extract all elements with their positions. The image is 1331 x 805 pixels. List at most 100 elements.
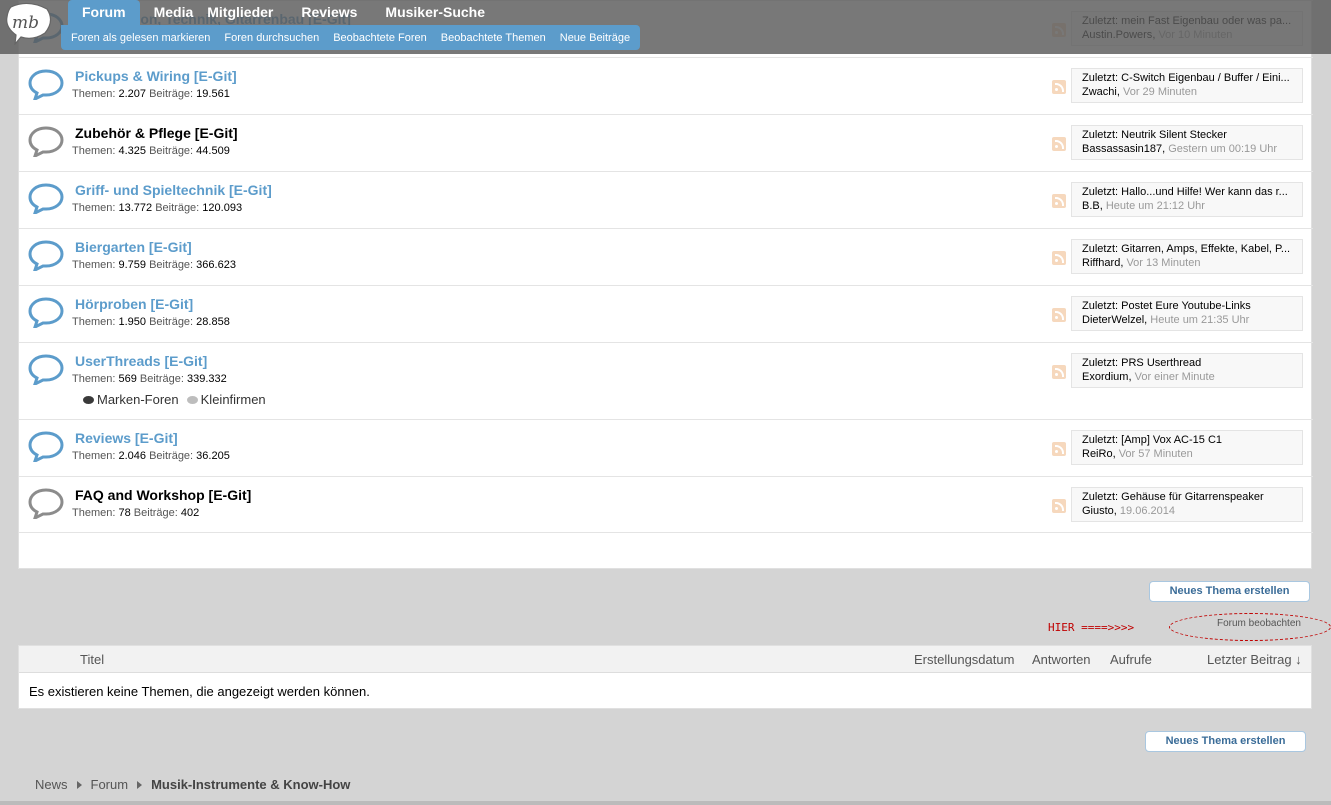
forum-subnav: Foren als gelesen markieren Foren durchs… [61, 25, 641, 50]
last-post-thread[interactable]: Gitarren, Amps, Effekte, Kabel, P... [1121, 243, 1290, 255]
forum-stats: Themen: 1.950 Beiträge: 28.858 [72, 316, 230, 328]
last-post-time: Heute um 21:12 Uhr [1105, 200, 1205, 212]
new-thread-button-bottom[interactable]: Neues Thema erstellen [1145, 731, 1306, 752]
threads-label: Themen: [72, 259, 116, 271]
column-last-post[interactable]: Letzter Beitrag ↓ [1207, 652, 1302, 667]
last-post-title[interactable]: Zuletzt: PRS Userthread [1082, 357, 1300, 369]
new-thread-button-top[interactable]: Neues Thema erstellen [1149, 581, 1310, 602]
last-post-title[interactable]: Zuletzt: C-Switch Eigenbau / Buffer / Ei… [1082, 72, 1300, 84]
forum-title[interactable]: UserThreads [E-Git] [75, 353, 207, 369]
threads-label: Themen: [72, 507, 116, 519]
last-post-meta: DieterWelzel, Heute um 21:35 Uhr [1082, 314, 1250, 326]
last-post-user[interactable]: Zwachi [1082, 86, 1117, 98]
last-post-box: Zuletzt: Neutrik Silent Stecker Bassassas… [1071, 125, 1303, 160]
rss-feed-icon[interactable] [1052, 251, 1066, 265]
subforum-link[interactable]: Marken-Foren [83, 392, 179, 407]
posts-label: Beiträge: [149, 145, 194, 157]
subforum-link[interactable]: Kleinfirmen [186, 392, 266, 407]
last-post-title[interactable]: Zuletzt: Gitarren, Amps, Effekte, Kabel,… [1082, 243, 1300, 255]
forum-title[interactable]: Biergarten [E-Git] [75, 239, 192, 255]
last-post-title[interactable]: Zuletzt: Postet Eure Youtube-Links [1082, 300, 1300, 312]
subnav-watched-threads[interactable]: Beobachtete Themen [434, 32, 553, 44]
last-post-meta: Giusto, 19.06.2014 [1082, 505, 1175, 517]
rss-feed-icon[interactable] [1052, 442, 1066, 456]
threads-count: 9.759 [118, 259, 147, 271]
forum-title[interactable]: FAQ and Workshop [E-Git] [75, 487, 251, 503]
forum-title[interactable]: Griff- und Spieltechnik [E-Git] [75, 182, 272, 198]
breadcrumb-forum[interactable]: Forum [91, 777, 129, 792]
forum-read-icon [28, 487, 64, 521]
forum-title[interactable]: Pickups & Wiring [E-Git] [75, 68, 237, 84]
subforum-list: Marken-Foren Kleinfirmen [83, 392, 266, 407]
forum-unread-icon [28, 182, 64, 216]
subforum-bubble-icon [186, 395, 198, 404]
last-post-thread[interactable]: Hallo...und Hilfe! Wer kann das r... [1121, 186, 1288, 198]
rss-feed-icon[interactable] [1052, 499, 1066, 513]
rss-feed-icon[interactable] [1052, 194, 1066, 208]
posts-count: 19.561 [196, 88, 230, 100]
forum-title[interactable]: Reviews [E-Git] [75, 430, 178, 446]
breadcrumb-current[interactable]: Musik-Instrumente & Know-How [151, 777, 350, 792]
forum-stats: Themen: 9.759 Beiträge: 366.623 [72, 259, 236, 271]
subnav-watched-forums[interactable]: Beobachtete Foren [326, 32, 434, 44]
last-post-thread[interactable]: PRS Userthread [1121, 357, 1201, 369]
last-post-meta: B.B, Heute um 21:12 Uhr [1082, 200, 1205, 212]
last-post-box: Zuletzt: Gitarren, Amps, Effekte, Kabel,… [1071, 239, 1303, 274]
nav-tab-media[interactable]: Media [140, 0, 208, 26]
rss-feed-icon[interactable] [1052, 365, 1066, 379]
breadcrumb-news[interactable]: News [35, 777, 68, 792]
forum-stats: Themen: 78 Beiträge: 402 [72, 507, 199, 519]
last-post-user[interactable]: ReiRo [1082, 448, 1113, 460]
threads-count: 4.325 [118, 145, 147, 157]
posts-label: Beiträge: [149, 450, 194, 462]
column-created[interactable]: Erstellungsdatum [914, 652, 1014, 667]
last-post-meta: ReiRo, Vor 57 Minuten [1082, 448, 1193, 460]
last-post-user[interactable]: Riffhard [1082, 257, 1120, 269]
threads-count: 78 [118, 507, 131, 519]
last-post-user[interactable]: B.B [1082, 200, 1100, 212]
forum-title[interactable]: Zubehör & Pflege [E-Git] [75, 125, 238, 141]
subnav-mark-read[interactable]: Foren als gelesen markieren [64, 32, 217, 44]
last-post-time: Vor 57 Minuten [1118, 448, 1193, 460]
empty-threads-message: Es existieren keine Themen, die angezeig… [29, 684, 370, 699]
last-post-user[interactable]: Giusto [1082, 505, 1114, 517]
last-post-thread[interactable]: [Amp] Vox AC-15 C1 [1121, 434, 1222, 446]
posts-label: Beiträge: [149, 316, 194, 328]
subnav-search-forums[interactable]: Foren durchsuchen [217, 32, 326, 44]
column-replies[interactable]: Antworten [1032, 652, 1091, 667]
last-post-thread[interactable]: C-Switch Eigenbau / Buffer / Eini... [1121, 72, 1290, 84]
last-post-title[interactable]: Zuletzt: [Amp] Vox AC-15 C1 [1082, 434, 1300, 446]
subnav-new-posts[interactable]: Neue Beiträge [553, 32, 637, 44]
rss-feed-icon[interactable] [1052, 137, 1066, 151]
last-prefix: Zuletzt: [1082, 243, 1119, 255]
last-post-box: Zuletzt: Gehäuse für Gitarrenspeaker Gius… [1071, 487, 1303, 522]
last-post-thread[interactable]: Gehäuse für Gitarrenspeaker [1121, 491, 1263, 503]
rss-feed-icon[interactable] [1052, 308, 1066, 322]
last-post-meta: Riffhard, Vor 13 Minuten [1082, 257, 1201, 269]
nav-tab-musiker-suche[interactable]: Musiker-Suche [371, 0, 499, 26]
watch-forum-link[interactable]: Forum beobachten [1217, 618, 1301, 629]
column-title[interactable]: Titel [80, 652, 104, 667]
last-post-time: 19.06.2014 [1119, 505, 1175, 517]
nav-tab-forum[interactable]: Forum [68, 0, 140, 26]
last-prefix: Zuletzt: [1082, 434, 1119, 446]
rss-feed-icon[interactable] [1052, 80, 1066, 94]
last-post-thread[interactable]: Neutrik Silent Stecker [1121, 129, 1227, 141]
last-post-thread[interactable]: Postet Eure Youtube-Links [1121, 300, 1251, 312]
column-views[interactable]: Aufrufe [1110, 652, 1152, 667]
forum-title[interactable]: Hörproben [E-Git] [75, 296, 193, 312]
svg-text:mb: mb [12, 13, 39, 33]
last-post-title[interactable]: Zuletzt: Hallo...und Hilfe! Wer kann das… [1082, 186, 1300, 198]
last-post-user[interactable]: DieterWelzel [1082, 314, 1144, 326]
last-prefix: Zuletzt: [1082, 72, 1119, 84]
last-post-user[interactable]: Bassassasin187 [1082, 143, 1162, 155]
site-logo-icon[interactable]: mb [3, 1, 53, 45]
last-prefix: Zuletzt: [1082, 357, 1119, 369]
last-post-time: Vor einer Minute [1134, 371, 1215, 383]
last-post-title[interactable]: Zuletzt: Gehäuse für Gitarrenspeaker [1082, 491, 1300, 503]
nav-tab-mitglieder[interactable]: Mitglieder [207, 0, 287, 26]
last-post-user[interactable]: Exordium [1082, 371, 1128, 383]
last-post-time: Vor 29 Minuten [1122, 86, 1197, 98]
nav-tab-reviews[interactable]: Reviews [287, 0, 371, 26]
last-post-title[interactable]: Zuletzt: Neutrik Silent Stecker [1082, 129, 1300, 141]
